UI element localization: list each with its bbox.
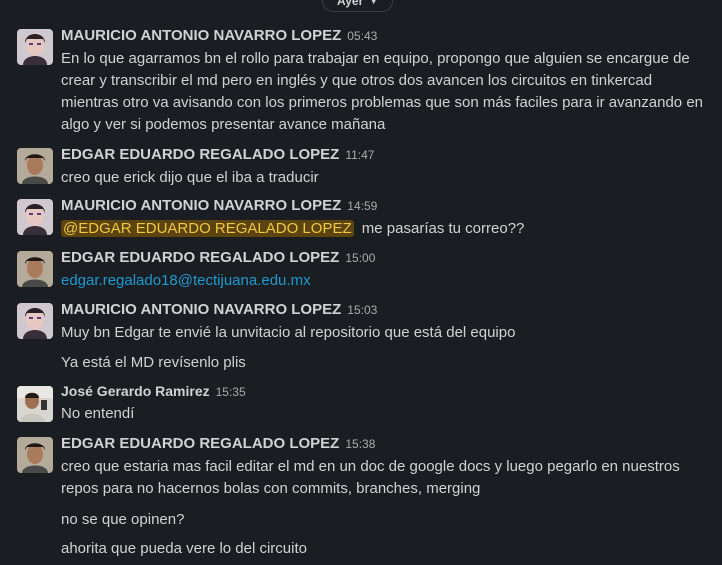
author-name[interactable]: MAURICIO ANTONIO NAVARRO LOPEZ (61, 27, 341, 44)
followup-message-text: Ya está el MD revísenlo plis (61, 354, 246, 371)
message: EDGAR EDUARDO REGALADO LOPEZ 11:47 creo q… (0, 146, 722, 191)
avatar-mauricio[interactable] (17, 29, 53, 65)
avatar-edgar[interactable] (17, 148, 53, 184)
timestamp[interactable]: 15:00 (345, 251, 375, 265)
message-text: @EDGAR EDUARDO REGALADO LOPEZ me pasaría… (61, 218, 711, 240)
day-divider-button[interactable]: Ayer ▼ (322, 0, 394, 12)
message: EDGAR EDUARDO REGALADO LOPEZ 15:00 edgar.… (0, 249, 722, 294)
message-header: MAURICIO ANTONIO NAVARRO LOPEZ 05:43 (61, 27, 377, 45)
message-line: algo y ver si podemos presentar avance m… (61, 116, 386, 133)
avatar-jose[interactable] (17, 386, 53, 422)
message-line: repos para no hacernos bolas con commits… (61, 480, 481, 497)
timestamp[interactable]: 15:35 (216, 385, 246, 399)
message-header: José Gerardo Ramirez 15:35 (61, 383, 246, 401)
day-divider: Ayer ▼ (0, 0, 722, 14)
author-name[interactable]: EDGAR EDUARDO REGALADO LOPEZ (61, 435, 339, 452)
message: MAURICIO ANTONIO NAVARRO LOPEZ 05:43 En l… (0, 27, 722, 139)
timestamp[interactable]: 14:59 (347, 199, 377, 213)
message-header: MAURICIO ANTONIO NAVARRO LOPEZ 15:03 (61, 301, 377, 319)
message: MAURICIO ANTONIO NAVARRO LOPEZ 15:03 Muy … (0, 301, 722, 376)
message-line: me pasarías tu correo?? (357, 220, 525, 237)
message-line: En lo que agarramos bn el rollo para tra… (61, 50, 690, 67)
message-line: creo que estaria mas facil editar el md … (61, 458, 680, 475)
timestamp[interactable]: 15:38 (345, 437, 375, 451)
avatar-mauricio[interactable] (17, 303, 53, 339)
message-text: edgar.regalado18@tectijuana.edu.mx (61, 270, 711, 292)
message-text: En lo que agarramos bn el rollo para tra… (61, 48, 711, 136)
avatar-mauricio[interactable] (17, 199, 53, 235)
message-text: No entendí (61, 405, 135, 422)
author-name[interactable]: José Gerardo Ramirez (61, 383, 210, 399)
message: EDGAR EDUARDO REGALADO LOPEZ 15:38 creo q… (0, 435, 722, 565)
message-header: MAURICIO ANTONIO NAVARRO LOPEZ 14:59 (61, 197, 377, 215)
followup-message-text: ahorita que pueda vere lo del circuito (61, 540, 307, 557)
message-header: EDGAR EDUARDO REGALADO LOPEZ 15:38 (61, 435, 375, 453)
message-line: mientras otro va avisando con los primer… (61, 94, 703, 111)
author-name[interactable]: EDGAR EDUARDO REGALADO LOPEZ (61, 146, 339, 163)
chevron-down-icon: ▼ (369, 0, 379, 6)
message: MAURICIO ANTONIO NAVARRO LOPEZ 14:59 @EDG… (0, 197, 722, 242)
email-link[interactable]: edgar.regalado18@tectijuana.edu.mx (61, 272, 311, 289)
message-text: Muy bn Edgar te envié la unvitacio al re… (61, 324, 516, 341)
day-label: Ayer (337, 0, 364, 8)
author-name[interactable]: EDGAR EDUARDO REGALADO LOPEZ (61, 249, 339, 266)
author-name[interactable]: MAURICIO ANTONIO NAVARRO LOPEZ (61, 301, 341, 318)
followup-message-text: no se que opinen? (61, 511, 185, 528)
avatar-edgar[interactable] (17, 437, 53, 473)
timestamp[interactable]: 15:03 (347, 303, 377, 317)
avatar-edgar[interactable] (17, 251, 53, 287)
timestamp[interactable]: 11:47 (345, 148, 374, 162)
message-text: creo que estaria mas facil editar el md … (61, 456, 711, 500)
message-header: EDGAR EDUARDO REGALADO LOPEZ 11:47 (61, 146, 374, 164)
timestamp[interactable]: 05:43 (347, 29, 377, 43)
message-line: crear y transcribir el md pero en inglés… (61, 72, 653, 89)
message-header: EDGAR EDUARDO REGALADO LOPEZ 15:00 (61, 249, 375, 267)
message-text: creo que erick dijo que el iba a traduci… (61, 169, 319, 186)
message: José Gerardo Ramirez 15:35 No entendí (0, 383, 722, 428)
user-mention[interactable]: @EDGAR EDUARDO REGALADO LOPEZ (61, 220, 354, 237)
author-name[interactable]: MAURICIO ANTONIO NAVARRO LOPEZ (61, 197, 341, 214)
